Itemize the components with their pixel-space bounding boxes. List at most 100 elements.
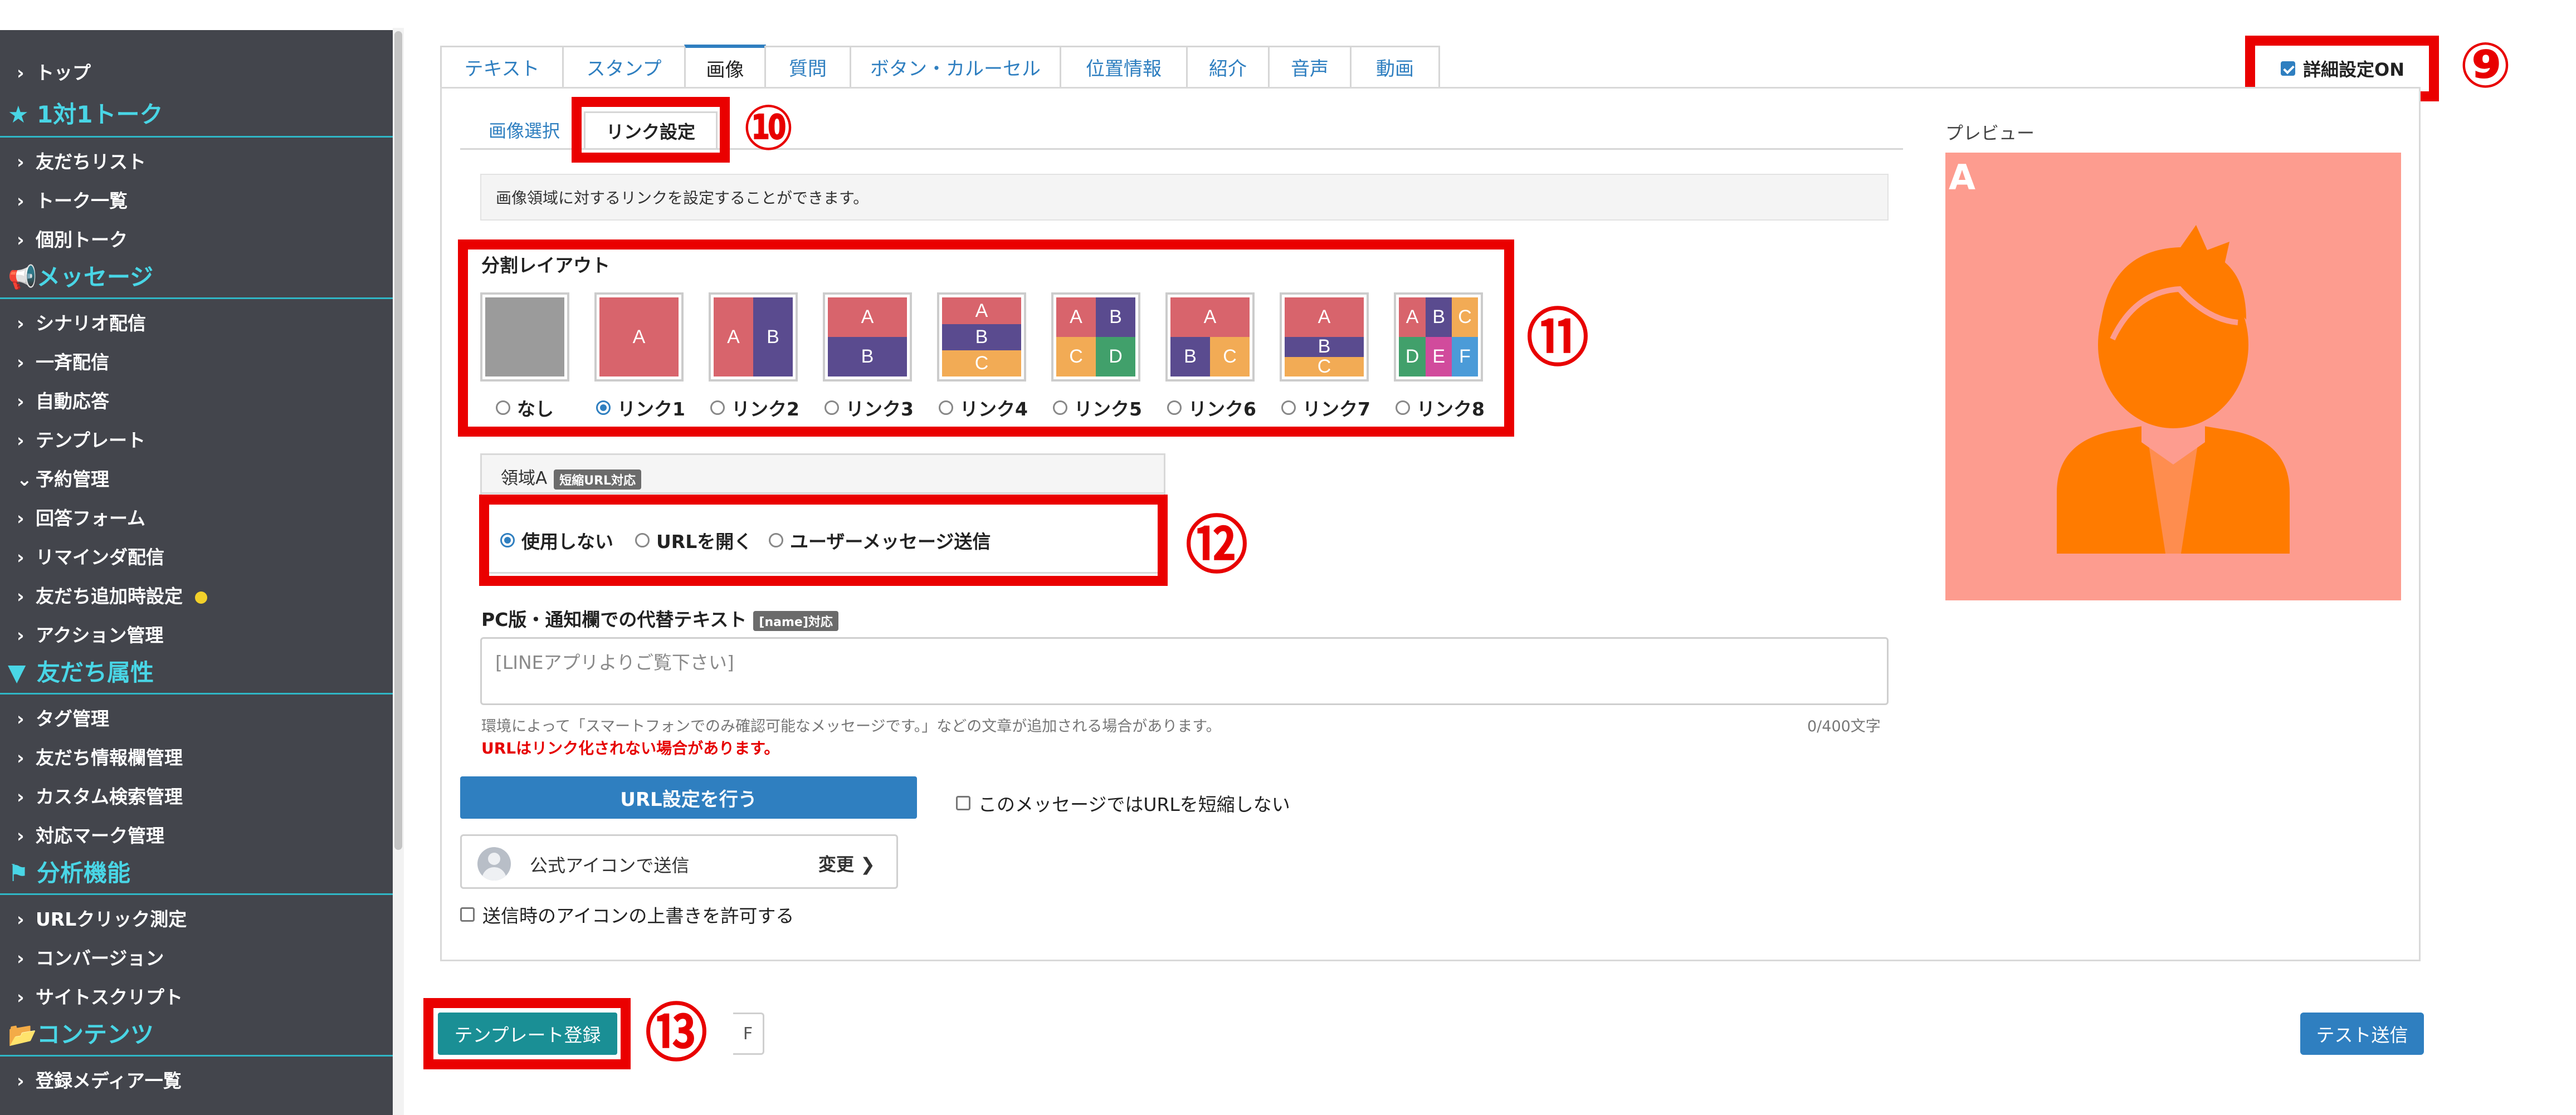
sidebar-item-answer-form[interactable]: › 回答フォーム bbox=[17, 503, 145, 530]
chevron-right-icon: › bbox=[17, 1070, 25, 1092]
checkbox[interactable] bbox=[956, 796, 970, 810]
sidebar-item-scenario[interactable]: › シナリオ配信 bbox=[17, 309, 146, 335]
chevron-right-icon: › bbox=[17, 62, 25, 84]
chevron-right-icon: › bbox=[17, 312, 25, 334]
chevron-right-icon: › bbox=[17, 429, 25, 451]
divider bbox=[0, 297, 393, 299]
divider bbox=[0, 1055, 393, 1057]
annotation-box-12 bbox=[479, 495, 1168, 586]
flag-icon: ⚑ bbox=[8, 859, 29, 887]
sidebar-item-template[interactable]: › テンプレート bbox=[17, 426, 145, 452]
alt-text-input[interactable]: [LINEアプリよりご覧下さい] bbox=[480, 637, 1889, 705]
checkbox[interactable] bbox=[460, 907, 475, 922]
alt-text-label: PC版・通知欄での代替テキスト [name]対応 bbox=[481, 605, 838, 632]
notification-dot bbox=[195, 591, 207, 604]
tab-video[interactable]: 動画 bbox=[1350, 46, 1440, 87]
annotation-number-12: ⑫ bbox=[1185, 510, 1248, 582]
sidebar-item-conversion[interactable]: › コンバージョン bbox=[17, 943, 164, 970]
divider bbox=[0, 893, 393, 895]
tab-location[interactable]: 位置情報 bbox=[1060, 46, 1188, 87]
chevron-right-icon: › bbox=[17, 507, 25, 529]
tab-question[interactable]: 質問 bbox=[764, 46, 851, 87]
preview-label: プレビュー bbox=[1945, 123, 2035, 144]
chevron-right-icon: › bbox=[17, 546, 25, 568]
sender-icon-label: 公式アイコンで送信 bbox=[530, 855, 690, 876]
divider bbox=[0, 693, 393, 695]
partial-button[interactable]: F bbox=[733, 1013, 764, 1055]
name-badge: [name]対応 bbox=[753, 610, 838, 631]
sidebar-item-custom-search[interactable]: › カスタム検索管理 bbox=[17, 782, 183, 809]
annotation-number-9: ⑨ bbox=[2459, 30, 2512, 102]
sidebar-item-media[interactable]: › 登録メディア一覧 bbox=[17, 1066, 182, 1093]
divider bbox=[0, 136, 393, 138]
chevron-right-icon: › bbox=[17, 190, 25, 212]
sidebar-item-reservation[interactable]: ⌄ 予約管理 bbox=[17, 464, 109, 491]
sidebar-item-talk-list[interactable]: › トーク一覧 bbox=[17, 186, 128, 213]
sidebar-item-broadcast[interactable]: › 一斉配信 bbox=[17, 348, 109, 374]
chevron-right-icon: › bbox=[17, 151, 25, 173]
sidebar-heading-talk: ★ 1対1トーク bbox=[8, 101, 163, 128]
chevron-right-icon: › bbox=[17, 585, 25, 607]
tab-stamp[interactable]: スタンプ bbox=[562, 46, 686, 87]
sidebar-item-friend-add-settings[interactable]: › 友だち追加時設定 bbox=[17, 581, 207, 608]
tab-text[interactable]: テキスト bbox=[440, 46, 564, 87]
chevron-right-icon: › bbox=[17, 825, 25, 847]
annotation-box-13 bbox=[423, 998, 631, 1069]
sidebar-item-friends-list[interactable]: › 友だちリスト bbox=[17, 147, 146, 174]
sidebar-item-friend-info[interactable]: › 友だち情報欄管理 bbox=[17, 743, 183, 770]
star-icon: ★ bbox=[8, 101, 29, 128]
annotation-number-11: ⑪ bbox=[1526, 302, 1589, 375]
sidebar-item-site-script[interactable]: › サイトスクリプト bbox=[17, 982, 183, 1009]
tab-introduction[interactable]: 紹介 bbox=[1186, 46, 1270, 87]
tab-image[interactable]: 画像 bbox=[684, 45, 766, 88]
sidebar-item-auto-reply[interactable]: › 自動応答 bbox=[17, 387, 109, 413]
region-a-title: 領域A 短縮URL対応 bbox=[501, 464, 642, 490]
short-url-badge: 短縮URL対応 bbox=[554, 469, 642, 490]
sidebar-heading-attributes: ▼ 友だち属性 bbox=[8, 659, 154, 686]
tab-audio[interactable]: 音声 bbox=[1268, 46, 1352, 87]
person-icon bbox=[2057, 225, 2290, 554]
annotation-number-13: ⑬ bbox=[645, 997, 708, 1070]
alt-text-note: 環境によって「スマートフォンでのみ確認可能なメッセージです。」などの文章が追加さ… bbox=[481, 718, 1221, 735]
sidebar-scrollbar[interactable] bbox=[393, 28, 404, 1115]
preview-image: A bbox=[1945, 153, 2401, 600]
sidebar-item-reminder[interactable]: › リマインダ配信 bbox=[17, 542, 164, 569]
annotation-box-10 bbox=[572, 97, 730, 163]
chevron-right-icon: ❯ bbox=[854, 854, 875, 875]
sidebar-item-top[interactable]: › トップ bbox=[17, 58, 91, 85]
chevron-right-icon: › bbox=[17, 624, 25, 646]
url-settings-button[interactable]: URL設定を行う bbox=[460, 776, 917, 819]
sidebar-heading-contents: 📂コンテンツ bbox=[8, 1021, 154, 1048]
chevron-right-icon: › bbox=[17, 229, 25, 251]
chevron-down-icon: ⌄ bbox=[17, 468, 32, 490]
avatar bbox=[477, 847, 511, 881]
chevron-right-icon: › bbox=[17, 947, 25, 969]
change-icon-link[interactable]: 変更 ❯ bbox=[818, 850, 875, 876]
filter-icon: ▼ bbox=[8, 659, 26, 686]
tab-button-carousel[interactable]: ボタン・カルーセル bbox=[850, 46, 1061, 87]
sidebar-item-mark[interactable]: › 対応マーク管理 bbox=[17, 821, 164, 848]
sidebar-heading-analytics: ⚑ 分析機能 bbox=[8, 859, 131, 887]
megaphone-icon: 📢 bbox=[8, 263, 37, 291]
scrollbar-thumb[interactable] bbox=[394, 31, 402, 850]
sidebar-heading-message: 📢メッセージ bbox=[8, 263, 154, 291]
sidebar-item-url-click[interactable]: › URLクリック測定 bbox=[17, 904, 187, 931]
chevron-right-icon: › bbox=[17, 390, 25, 412]
chevron-right-icon: › bbox=[17, 786, 25, 808]
character-counter: 0/400文字 bbox=[1807, 718, 1881, 735]
chevron-right-icon: › bbox=[17, 986, 25, 1008]
allow-icon-override-option[interactable]: 送信時のアイコンの上書きを許可する bbox=[460, 901, 794, 928]
sidebar: › トップ ★ 1対1トーク › 友だちリスト › トーク一覧 › 個別トーク 📢メッセー… bbox=[0, 30, 393, 1115]
url-warning: URLはリンク化されない場合があります。 bbox=[481, 739, 780, 757]
chevron-right-icon: › bbox=[17, 908, 25, 930]
no-shorten-url-option[interactable]: このメッセージではURLを短縮しない bbox=[956, 790, 1290, 816]
annotation-box-11 bbox=[458, 239, 1514, 437]
subtab-image-select[interactable]: 画像選択 bbox=[471, 111, 577, 148]
test-send-button[interactable]: テスト送信 bbox=[2300, 1013, 2424, 1055]
sidebar-item-action[interactable]: › アクション管理 bbox=[17, 620, 163, 647]
region-a-header: 領域A 短縮URL対応 bbox=[482, 455, 1164, 494]
chevron-right-icon: › bbox=[17, 708, 25, 730]
sidebar-item-individual-talk[interactable]: › 個別トーク bbox=[17, 225, 128, 252]
folder-open-icon: 📂 bbox=[8, 1021, 37, 1048]
sidebar-item-tag[interactable]: › タグ管理 bbox=[17, 704, 109, 731]
